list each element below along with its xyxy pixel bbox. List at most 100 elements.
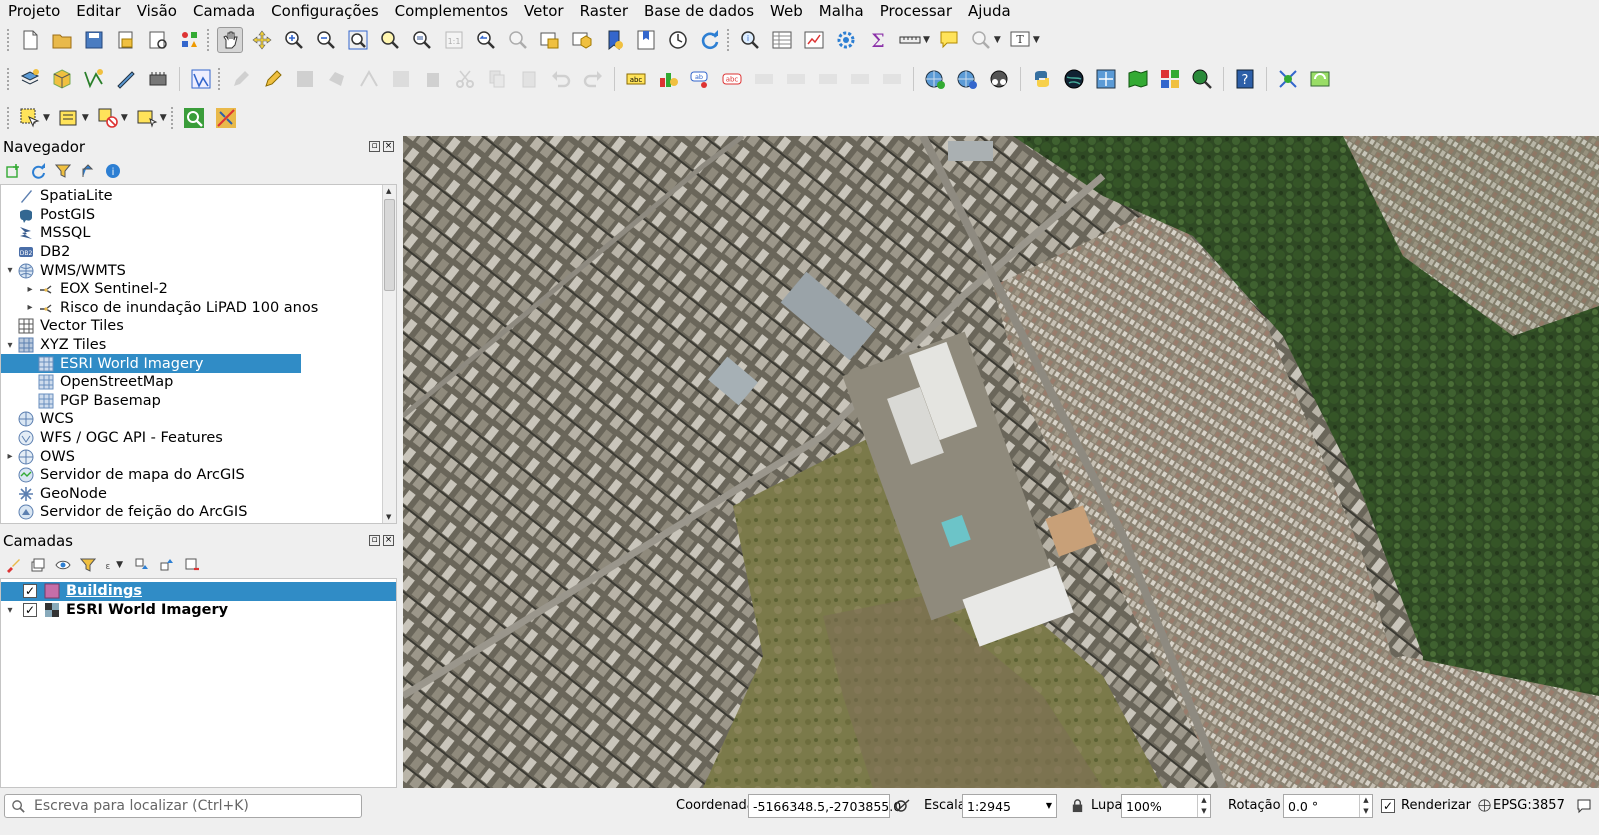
manage-visibility-icon[interactable] [54,556,72,574]
chevron-down-icon[interactable]: ▼ [1046,801,1052,810]
toolbar-handle[interactable] [217,67,221,91]
scroll-down-icon[interactable]: ▼ [386,513,391,521]
chevron-right-icon[interactable]: ▸ [23,284,37,295]
new-project-icon[interactable] [17,27,43,53]
refresh-icon[interactable] [29,162,47,180]
menu-item[interactable]: Web [762,1,811,21]
change-label-icon[interactable] [847,66,873,92]
close-panel-icon[interactable]: × [383,141,394,152]
deselect-features-icon[interactable] [95,105,121,131]
label-properties-icon[interactable] [879,66,905,92]
open-project-icon[interactable] [49,27,75,53]
zoom-to-selection-icon[interactable] [377,27,403,53]
add-wcs-layer-icon[interactable] [954,66,980,92]
add-group-icon[interactable] [29,556,47,574]
map-tips-icon[interactable] [936,27,962,53]
redo-icon[interactable] [580,66,606,92]
filter-by-expression-icon[interactable]: ε ▼ [104,556,126,574]
help-icon[interactable]: ? [1232,66,1258,92]
navigator-item[interactable]: PGP Basemap [1,392,161,411]
navigator-item[interactable]: Servidor de mapa do ArcGIS [1,466,245,485]
chevron-down-icon[interactable]: ▼ [923,35,930,45]
save-project-icon[interactable] [81,27,107,53]
navigator-item[interactable]: ▸ OWS [1,447,74,466]
plugin-tool-a-icon[interactable] [1275,66,1301,92]
zoom-native-resolution-icon[interactable]: 1:1 [441,27,467,53]
toolbar-handle[interactable] [6,67,10,91]
layer-item[interactable]: ▾ ✓ ESRI World Imagery [1,601,396,620]
zoom-in-icon[interactable] [281,27,307,53]
chevron-down-icon[interactable]: ▼ [1033,35,1040,45]
new-bookmark-icon[interactable] [601,27,627,53]
locator-search-icon[interactable] [181,105,207,131]
float-panel-icon[interactable]: ▫ [369,141,380,152]
statistical-summary-icon[interactable]: Σ [865,27,891,53]
add-wms-layer-icon[interactable] [922,66,948,92]
close-panel-icon[interactable]: × [383,535,394,546]
toolbar-handle[interactable] [726,28,730,52]
navigator-item[interactable]: ▾ WMS/WMTS [1,261,125,280]
text-annotation-icon[interactable] [968,27,994,53]
data-source-manager-icon[interactable] [17,66,43,92]
layer-visibility-checkbox[interactable]: ✓ [23,584,37,599]
style-manager-icon[interactable] [177,27,203,53]
scroll-up-icon[interactable]: ▲ [386,187,391,195]
navigator-item[interactable]: DB2 DB2 [1,243,70,262]
crs-globe-icon[interactable] [1478,799,1491,816]
cut-features-icon[interactable] [452,66,478,92]
remove-layer-icon[interactable] [183,556,201,574]
current-edits-icon[interactable] [228,66,254,92]
toolbar-handle[interactable] [6,28,10,52]
field-statistics-icon[interactable] [801,27,827,53]
spin-arrows-icon[interactable]: ▲ ▼ [1197,795,1210,817]
zoom-to-layer-icon[interactable] [409,27,435,53]
toggle-extents-icon[interactable] [895,798,911,818]
menu-item[interactable]: Raster [572,1,636,21]
quick-osm-icon[interactable] [213,105,239,131]
new-map-view-icon[interactable] [537,27,563,53]
save-layer-edits-icon[interactable] [292,66,318,92]
menu-item[interactable]: Malha [811,1,872,21]
coordinate-field[interactable]: -5166348.5,-2703855.0 [748,794,901,818]
toggle-editing-icon[interactable] [260,66,286,92]
navigator-item[interactable]: Vector Tiles [1,317,124,336]
chevron-down-icon[interactable]: ▼ [43,113,50,123]
new-shapefile-layer-icon[interactable] [81,66,107,92]
toolbar-handle[interactable] [169,106,174,130]
delete-selected-icon[interactable] [420,66,446,92]
toolbar-handle[interactable] [206,28,210,52]
open-layer-styling-icon[interactable] [4,556,22,574]
highlight-pinned-labels-icon[interactable]: ab [687,66,713,92]
add-wfs-layer-icon[interactable] [986,66,1012,92]
zoom-out-icon[interactable] [313,27,339,53]
new-vector-tile-icon[interactable] [188,66,214,92]
vertex-tool-icon[interactable] [356,66,382,92]
magnifier-spinbox[interactable]: 100% ▲ ▼ [1121,794,1211,818]
chevron-down-icon[interactable]: ▾ [3,265,17,276]
navigator-item[interactable]: OpenStreetMap [1,373,173,392]
chevron-right-icon[interactable]: ▸ [23,302,37,313]
new-temporary-layer-icon[interactable] [113,66,139,92]
select-by-location-icon[interactable] [134,105,160,131]
chevron-down-icon[interactable]: ▾ [3,340,17,351]
zoom-next-icon[interactable] [505,27,531,53]
new-print-layout-icon[interactable] [113,27,139,53]
copy-features-icon[interactable] [484,66,510,92]
scale-combobox[interactable]: 1:2945 ▼ [962,794,1057,818]
locator-search-input[interactable]: Escreva para localizar (Ctrl+K) [4,794,362,818]
properties-info-icon[interactable]: i [104,162,122,180]
chevron-down-icon[interactable]: ▼ [994,35,1001,45]
render-checkbox[interactable]: ✓ [1381,799,1395,813]
add-selected-layers-icon[interactable] [4,162,22,180]
layer-grid-icon[interactable] [1157,66,1183,92]
modify-attributes-icon[interactable] [388,66,414,92]
layer-diagram-icon[interactable] [655,66,681,92]
filter-legend-icon[interactable] [79,556,97,574]
navigator-scrollbar[interactable]: ▲ ▼ [382,185,396,523]
paste-features-icon[interactable] [516,66,542,92]
map-canvas[interactable] [403,136,1599,788]
navigator-item[interactable]: ▾ XYZ Tiles [1,336,106,355]
add-polygon-feature-icon[interactable] [324,66,350,92]
show-bookmarks-icon[interactable] [633,27,659,53]
navigator-item[interactable]: PostGIS [1,206,95,225]
